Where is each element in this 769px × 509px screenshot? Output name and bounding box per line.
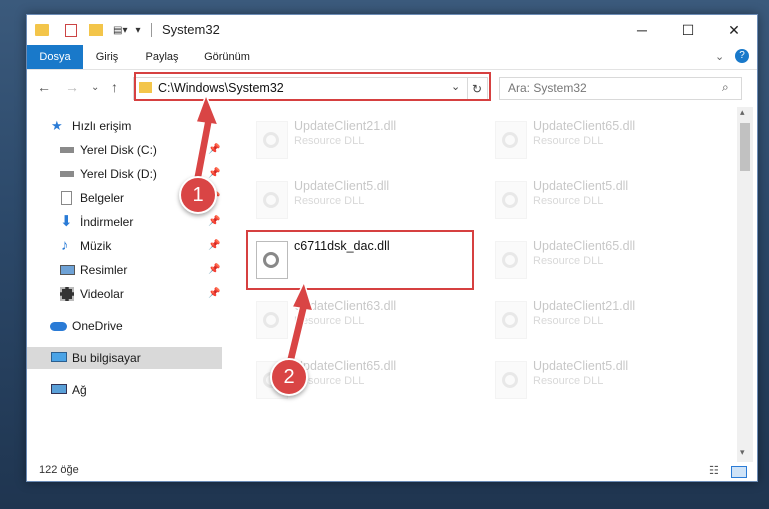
step-2-badge: 2 (270, 358, 308, 396)
step-1-badge: 1 (179, 176, 217, 214)
arrow-to-address (191, 92, 220, 189)
annotation-arrows (191, 92, 315, 373)
